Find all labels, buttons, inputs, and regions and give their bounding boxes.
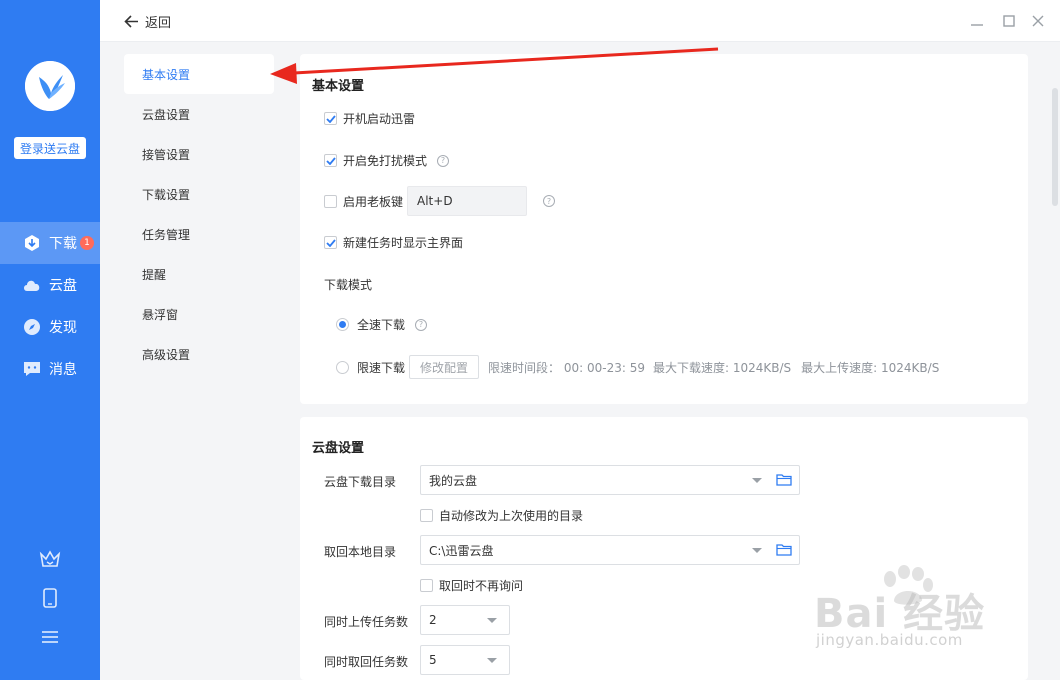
watermark-url: jingyan.baidu.com (816, 631, 963, 649)
baidu-watermark: Bai 经验 jingyan.baidu.com (808, 565, 1008, 665)
